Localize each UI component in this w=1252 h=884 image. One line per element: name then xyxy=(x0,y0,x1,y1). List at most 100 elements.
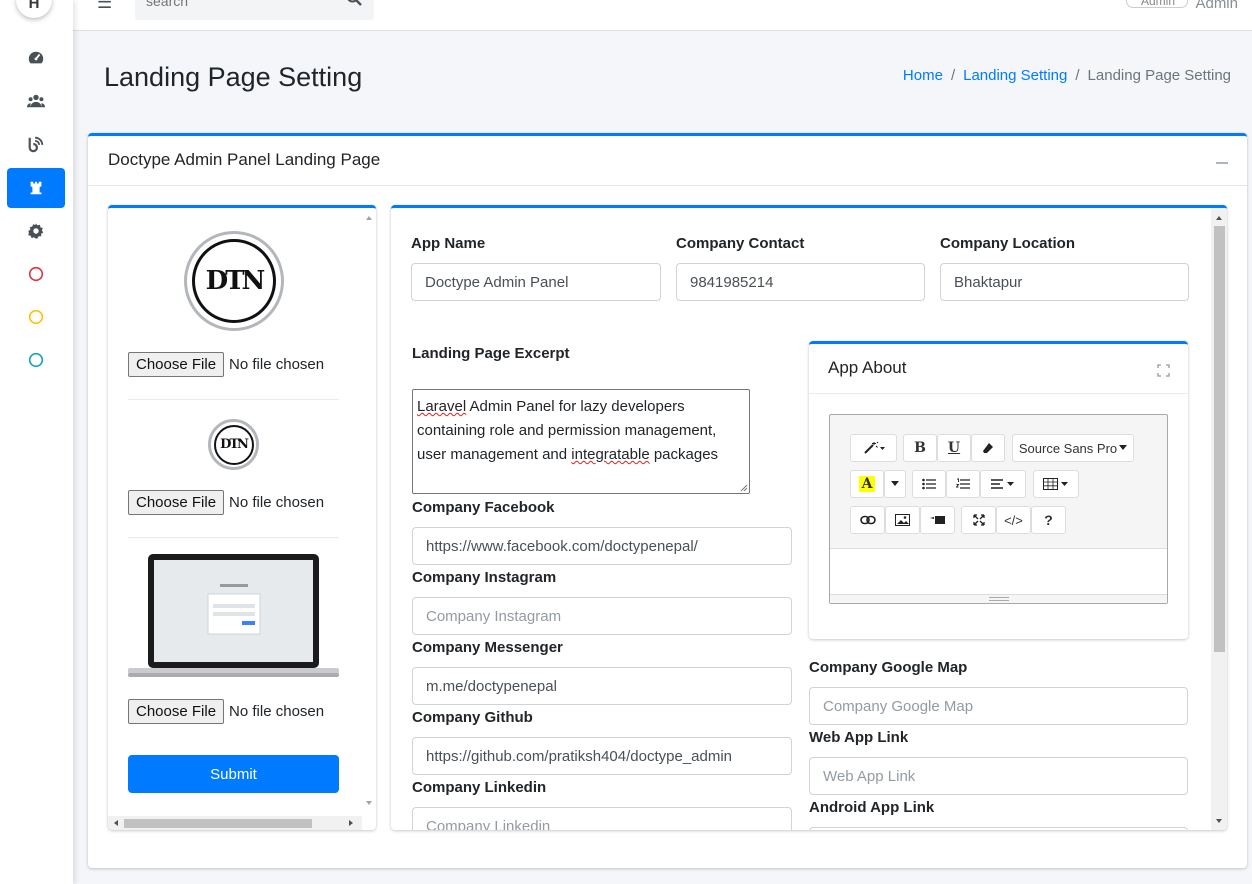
app-name-input[interactable] xyxy=(411,263,661,301)
search-input[interactable] xyxy=(135,0,330,15)
android-app-link-input[interactable] xyxy=(809,827,1188,830)
scrollbar-thumb[interactable] xyxy=(124,819,312,828)
sidebar-item-landing-page[interactable] xyxy=(7,168,65,208)
horizontal-scrollbar[interactable] xyxy=(108,816,362,830)
screenshot-file-input: Choose File No file chosen xyxy=(128,699,324,724)
scroll-down-arrow-icon xyxy=(366,801,372,805)
company-contact-label: Company Contact xyxy=(676,235,805,252)
unordered-list-icon xyxy=(922,478,936,490)
sidebar-item-warning[interactable] xyxy=(7,297,65,337)
table-icon xyxy=(1043,478,1068,490)
vertical-scrollbar[interactable] xyxy=(1211,208,1227,830)
divider xyxy=(809,393,1188,394)
breadcrumb-separator: / xyxy=(950,67,956,84)
file-status-text: No file chosen xyxy=(229,356,325,373)
company-facebook-input[interactable] xyxy=(412,527,792,565)
scrollbar-thumb[interactable] xyxy=(1214,226,1225,652)
unordered-list-button[interactable] xyxy=(912,470,946,498)
sidebar-item-info[interactable] xyxy=(7,340,65,380)
company-google-map-input[interactable] xyxy=(809,687,1188,725)
company-instagram-input[interactable] xyxy=(412,597,792,635)
company-linkedin-input[interactable] xyxy=(412,807,792,830)
company-contact-input[interactable] xyxy=(676,263,925,301)
sidebar-item-settings[interactable] xyxy=(7,211,65,251)
brand-logo[interactable]: H xyxy=(16,0,52,18)
favicon-image: DTN xyxy=(208,419,259,470)
magic-style-button[interactable] xyxy=(850,434,897,462)
web-app-link-input[interactable] xyxy=(809,757,1188,795)
settings-form-card: App Name Company Contact Company Locatio… xyxy=(391,205,1227,830)
font-family-value: Source Sans Pro xyxy=(1018,440,1118,456)
scroll-up-arrow-icon xyxy=(1216,216,1222,220)
highlight-button[interactable]: A xyxy=(850,470,884,498)
underline-icon: U xyxy=(947,440,961,456)
logo-file-input: Choose File No file chosen xyxy=(128,352,324,377)
excerpt-line: user management and integratable package… xyxy=(417,443,745,467)
submit-button[interactable]: Submit xyxy=(128,755,339,793)
textarea-resize-handle-icon[interactable] xyxy=(740,484,748,492)
align-icon xyxy=(991,479,1014,489)
editor-content-area[interactable] xyxy=(830,548,1167,594)
help-button[interactable]: ? xyxy=(1031,506,1066,534)
expand-icon[interactable] xyxy=(1157,364,1170,377)
sidebar-item-users[interactable] xyxy=(7,81,65,121)
fullscreen-icon xyxy=(972,514,985,526)
choose-file-button[interactable]: Choose File xyxy=(128,352,225,377)
sidebar: H xyxy=(0,0,73,884)
scroll-down-arrow-icon xyxy=(1216,819,1222,823)
company-location-input[interactable] xyxy=(940,263,1189,301)
favicon-mark: DTN xyxy=(213,424,254,465)
bold-icon: B xyxy=(914,440,926,456)
sidebar-item-dashboard[interactable] xyxy=(7,38,65,78)
link-button[interactable] xyxy=(850,506,885,534)
video-button[interactable] xyxy=(920,506,955,534)
breadcrumb-home[interactable]: Home xyxy=(903,67,943,84)
magic-icon xyxy=(863,441,885,454)
bold-button[interactable]: B xyxy=(903,434,937,462)
company-github-input[interactable] xyxy=(412,737,792,775)
company-google-map-label: Company Google Map xyxy=(809,659,968,676)
circle-warning-icon xyxy=(28,309,44,325)
font-family-dropdown[interactable]: Source Sans Pro xyxy=(1012,434,1134,462)
eraser-icon xyxy=(983,443,993,453)
card-title: Doctype Admin Panel Landing Page xyxy=(108,150,381,169)
divider xyxy=(128,537,339,538)
underline-button[interactable]: U xyxy=(937,434,971,462)
sidebar-item-danger[interactable] xyxy=(7,254,65,294)
excerpt-textarea[interactable]: Laravel Admin Panel for lazy developers … xyxy=(412,389,750,494)
ordered-list-button[interactable] xyxy=(946,470,980,498)
fullscreen-button[interactable] xyxy=(961,506,996,534)
excerpt-line: Laravel Admin Panel for lazy developers xyxy=(417,395,745,419)
clear-format-button[interactable] xyxy=(971,434,1005,462)
android-app-link-label: Android App Link xyxy=(809,799,935,816)
user-avatar[interactable]: Admin xyxy=(1126,0,1188,8)
table-button[interactable] xyxy=(1033,470,1079,498)
search-button[interactable] xyxy=(346,0,362,11)
company-messenger-input[interactable] xyxy=(412,667,792,705)
editor-resize-bar[interactable] xyxy=(830,594,1167,603)
excerpt-text: packages xyxy=(649,446,719,463)
picture-button[interactable] xyxy=(885,506,920,534)
choose-file-button[interactable]: Choose File xyxy=(128,699,225,724)
breadcrumb-landing-setting[interactable]: Landing Setting xyxy=(963,67,1067,84)
app-name-label: App Name xyxy=(411,235,486,252)
picture-icon xyxy=(895,514,910,526)
excerpt-word-misspelled: integratable xyxy=(571,446,650,463)
company-location-label: Company Location xyxy=(940,235,1076,252)
web-app-link-label: Web App Link xyxy=(809,729,909,746)
highlight-dropdown-button[interactable] xyxy=(884,470,906,498)
code-view-button[interactable]: </> xyxy=(996,506,1031,534)
excerpt-text: Admin Panel for lazy developers xyxy=(466,398,685,415)
excerpt-word-misspelled: Laravel xyxy=(417,398,467,415)
laptop-screenshot-image xyxy=(128,554,339,677)
sidebar-item-blog[interactable] xyxy=(7,124,65,164)
hamburger-menu-icon[interactable]: ☰ xyxy=(97,0,112,11)
collapse-minus-icon[interactable] xyxy=(1216,162,1228,164)
card-header: Doctype Admin Panel Landing Page xyxy=(88,136,1247,186)
paragraph-align-button[interactable] xyxy=(980,470,1026,498)
vertical-scrollbar[interactable] xyxy=(362,208,376,815)
user-name[interactable]: Admin xyxy=(1195,0,1238,12)
app-about-title: App About xyxy=(828,358,907,377)
breadcrumb: Home / Landing Setting / Landing Page Se… xyxy=(903,67,1231,84)
choose-file-button[interactable]: Choose File xyxy=(128,490,225,515)
